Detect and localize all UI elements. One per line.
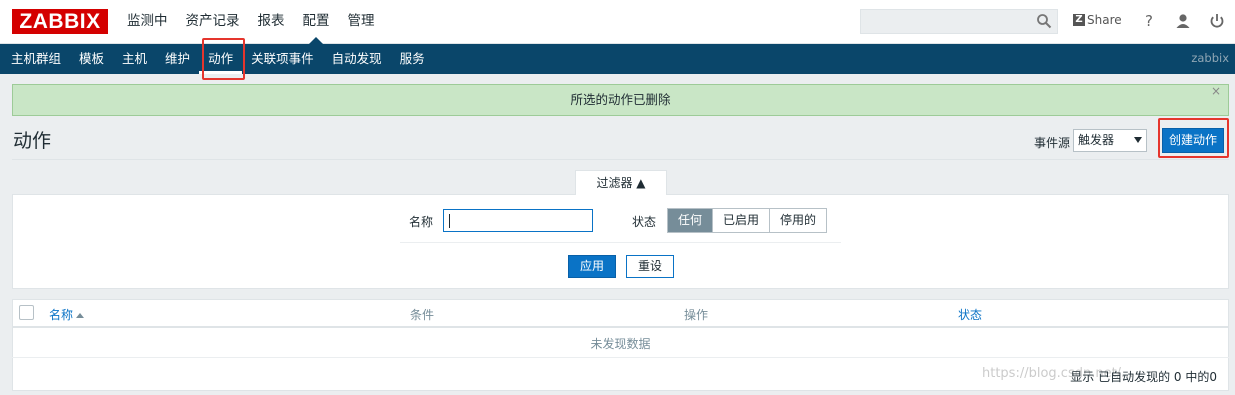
column-header-conditions: 条件 (410, 308, 435, 322)
reset-button[interactable]: 重设 (626, 255, 674, 278)
subnav-services[interactable]: 服务 (391, 44, 434, 74)
column-name-label: 名称 (49, 308, 74, 322)
page-title: 动作 (13, 130, 52, 152)
subnav-hosts[interactable]: 主机 (113, 44, 156, 74)
main-menu: 监测中 资产记录 报表 配置 管理 (118, 0, 384, 44)
event-source-value: 触发器 (1078, 133, 1115, 147)
menu-monitoring[interactable]: 监测中 (118, 0, 177, 44)
menu-administration[interactable]: 管理 (339, 0, 384, 44)
success-message-text: 所选的动作已删除 (570, 92, 671, 107)
chevron-down-icon (1134, 137, 1142, 143)
share-label: Share (1087, 13, 1122, 27)
sign-out-icon[interactable] (1208, 12, 1226, 30)
filter-status-toggle: 任何 已启用 停用的 (667, 208, 828, 233)
status-option-enabled[interactable]: 已启用 (712, 209, 770, 232)
share-icon: Z (1073, 14, 1085, 26)
subnav-discovery[interactable]: 自动发现 (323, 44, 391, 74)
current-user: zabbix (1191, 51, 1229, 65)
filter-divider (400, 242, 841, 243)
filter-status-label: 状态 (632, 215, 657, 229)
filter-tab[interactable]: 过滤器 ▲ (575, 170, 667, 195)
column-header-operations: 操作 (684, 308, 709, 322)
search-input[interactable] (860, 9, 1058, 34)
table-footer-count: 显示 已自动发现的 0 中的0 (1070, 370, 1217, 384)
user-profile-icon[interactable] (1174, 12, 1192, 30)
sort-ascending-icon (76, 313, 85, 318)
status-option-disabled[interactable]: 停用的 (769, 209, 827, 232)
event-source-label: 事件源 (1034, 136, 1071, 150)
no-data-message: 未发现数据 (12, 330, 1229, 358)
title-divider (12, 159, 1229, 160)
sub-navigation: 主机群组 模板 主机 维护 动作 关联项事件 自动发现 服务 zabbix (0, 44, 1235, 74)
highlight-create-button (1158, 118, 1229, 158)
filter-name-input[interactable] (443, 209, 593, 232)
subnav-host-groups[interactable]: 主机群组 (2, 44, 70, 74)
column-header-name[interactable]: 名称 (49, 306, 85, 323)
top-header: ZABBIX 监测中 资产记录 报表 配置 管理 Z Share ? (0, 0, 1235, 44)
help-icon[interactable]: ? (1140, 12, 1158, 30)
zabbix-logo[interactable]: ZABBIX (12, 9, 108, 34)
share-link[interactable]: Z Share (1073, 13, 1122, 27)
select-all-checkbox[interactable] (19, 305, 34, 320)
subnav-maintenance[interactable]: 维护 (156, 44, 199, 74)
filter-name-label: 名称 (409, 215, 434, 229)
menu-configuration[interactable]: 配置 (294, 0, 339, 44)
status-option-any[interactable]: 任何 (668, 209, 713, 232)
search-icon[interactable] (1036, 13, 1052, 29)
success-message: 所选的动作已删除 × (12, 84, 1229, 116)
menu-reports[interactable]: 报表 (249, 0, 294, 44)
table-header-row (12, 299, 1229, 328)
subnav-templates[interactable]: 模板 (70, 44, 113, 74)
apply-button[interactable]: 应用 (568, 255, 616, 278)
subnav-event-correlation[interactable]: 关联项事件 (242, 44, 323, 74)
column-header-status[interactable]: 状态 (958, 306, 982, 323)
highlight-actions-tab (202, 38, 245, 80)
close-icon[interactable]: × (1211, 76, 1221, 106)
event-source-select[interactable]: 触发器 (1073, 129, 1147, 152)
